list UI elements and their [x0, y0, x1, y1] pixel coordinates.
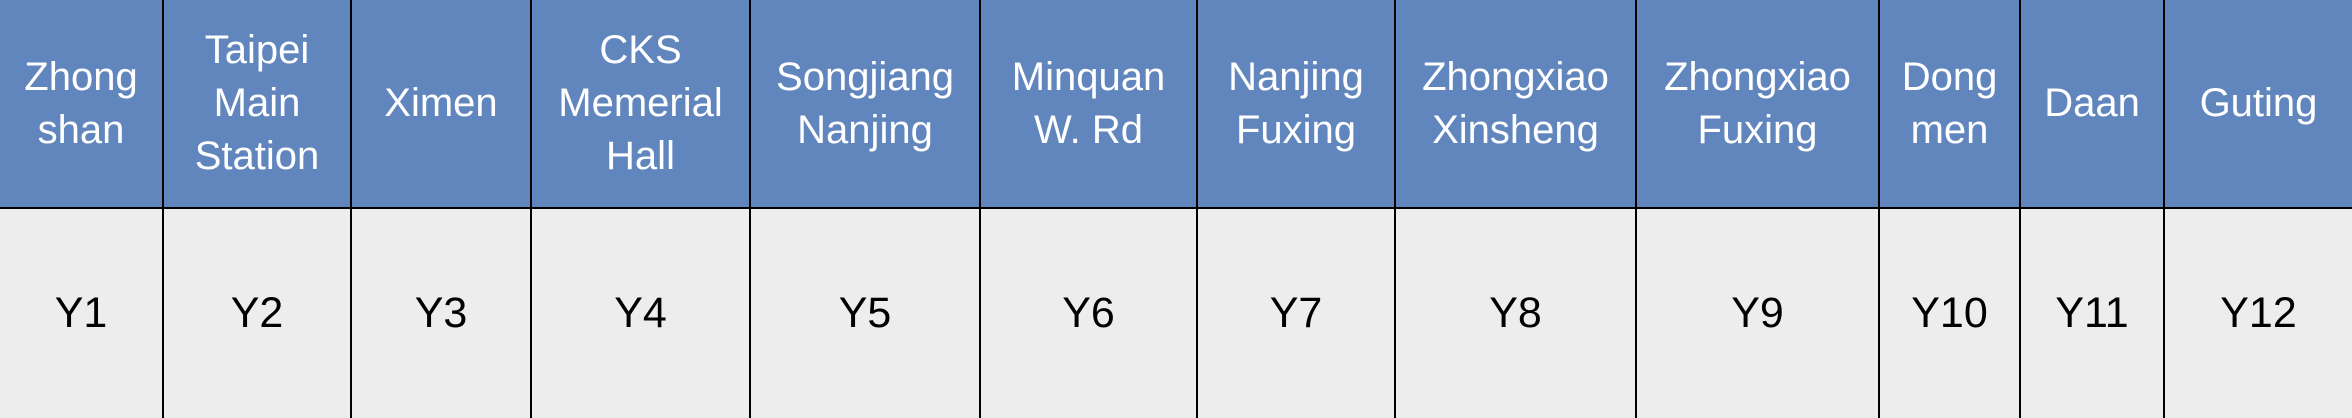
station-name-line: Minquan [1011, 54, 1166, 99]
station-name-cell: Dong men [1878, 0, 2021, 209]
station-name-line: Guting [2199, 81, 2318, 125]
station-name-line: Nanjing [797, 107, 933, 152]
station-code-cell: Y1 [0, 207, 164, 418]
station-name-cell: Ximen [350, 0, 532, 209]
station-name-cell: Zhongxiao Fuxing [1635, 0, 1880, 209]
station-name-line: Fuxing [1697, 107, 1818, 152]
station-code-cell: Y8 [1394, 207, 1637, 418]
station-name-line: Nanjing [1228, 54, 1364, 99]
station-code-cell: Y2 [162, 207, 352, 418]
station-name-line: Zhongxiao [1664, 54, 1851, 99]
station-name-line: Songjiang [776, 54, 954, 99]
station-name-cell: Zhongxiao Xinsheng [1394, 0, 1637, 209]
station-name-line: Dong [1901, 54, 1998, 99]
station-name-line: Ximen [384, 81, 498, 125]
station-name-line: Xinsheng [1432, 107, 1599, 152]
station-name-cell: Minquan W. Rd [979, 0, 1198, 209]
station-name-cell: Nanjing Fuxing [1196, 0, 1396, 209]
station-code-cell: Y12 [2163, 207, 2352, 418]
station-name-cell: Daan [2019, 0, 2165, 209]
station-name-line: Zhongxiao [1422, 54, 1609, 99]
station-code-cell: Y7 [1196, 207, 1396, 418]
station-name-line: CKS [599, 28, 682, 72]
station-name-line: Main [213, 81, 301, 125]
station-name-line: men [1910, 107, 1989, 152]
station-name-line: shan [37, 107, 125, 152]
station-code-cell: Y11 [2019, 207, 2165, 418]
station-name-line: Taipei [204, 28, 310, 72]
station-name-line: Station [194, 134, 320, 178]
station-code-cell: Y10 [1878, 207, 2021, 418]
station-name-line: Hall [606, 134, 675, 178]
station-code-cell: Y5 [749, 207, 981, 418]
station-code-cell: Y4 [530, 207, 751, 418]
station-name-line: Fuxing [1235, 107, 1357, 152]
station-name-line: Zhong [24, 54, 138, 99]
station-name-row: Zhong shan Taipei Main Station Ximen CKS… [0, 0, 2352, 209]
station-name-line: W. Rd [1034, 107, 1143, 152]
station-code-table: Zhong shan Taipei Main Station Ximen CKS… [0, 0, 2352, 418]
station-code-cell: Y9 [1635, 207, 1880, 418]
station-name-line: Daan [2044, 81, 2140, 125]
station-code-cell: Y3 [350, 207, 532, 418]
station-name-cell: Guting [2163, 0, 2352, 209]
station-code-row: Y1 Y2 Y3 Y4 Y5 Y6 Y7 Y8 Y9 Y10 Y11 Y12 [0, 207, 2352, 418]
station-name-cell: Zhong shan [0, 0, 164, 209]
station-code-cell: Y6 [979, 207, 1198, 418]
station-name-cell: Taipei Main Station [162, 0, 352, 209]
station-name-cell: CKS Memerial Hall [530, 0, 751, 209]
station-name-cell: Songjiang Nanjing [749, 0, 981, 209]
station-name-line: Memerial [558, 81, 723, 125]
